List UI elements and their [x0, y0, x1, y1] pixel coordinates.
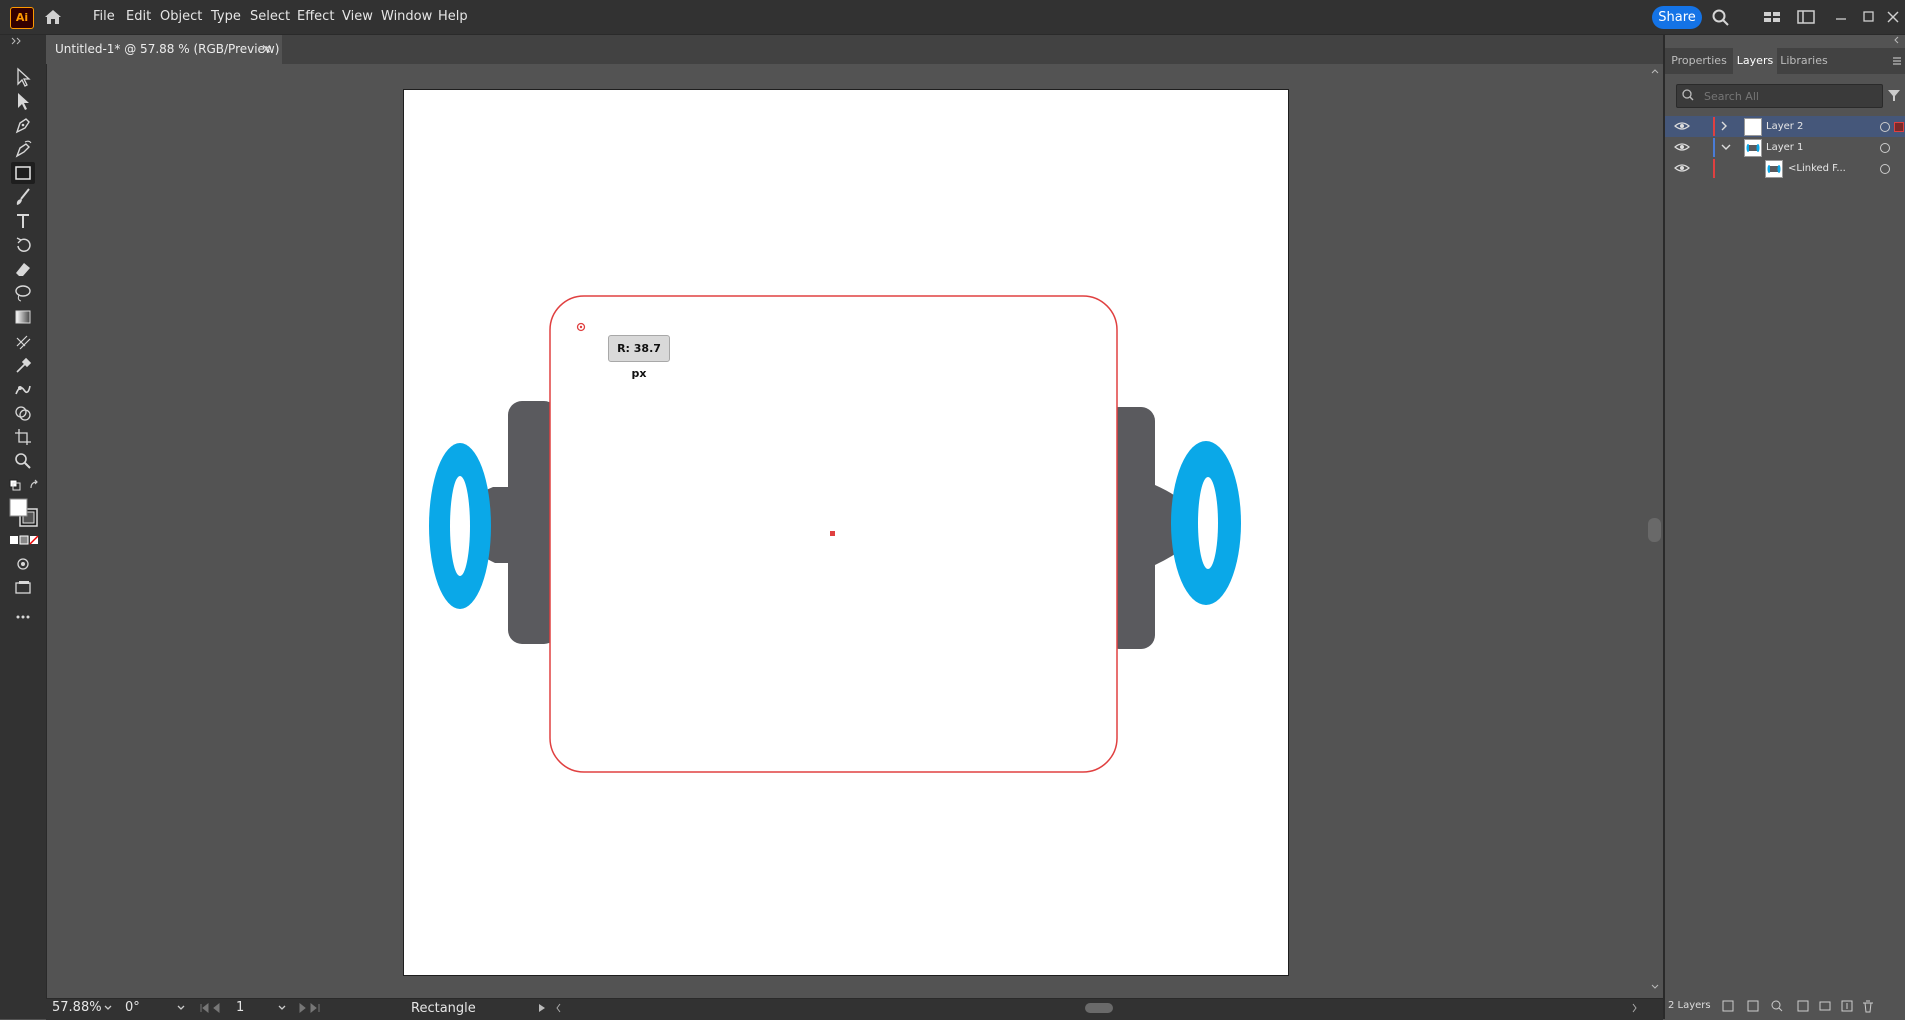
- visibility-eye-icon[interactable]: [1674, 140, 1690, 154]
- tab-properties[interactable]: Properties: [1665, 48, 1733, 74]
- chevron-right-icon[interactable]: [1718, 120, 1730, 132]
- menu-select[interactable]: Select: [250, 0, 290, 34]
- selection-indicator[interactable]: [1894, 122, 1904, 132]
- chevron-down-icon[interactable]: [1720, 141, 1732, 153]
- menu-file[interactable]: File: [93, 0, 115, 34]
- layers-footer-buttons[interactable]: [1718, 998, 1898, 1014]
- gradient-tool-icon[interactable]: [11, 306, 35, 328]
- app-logo: Ai: [10, 7, 34, 29]
- share-button[interactable]: Share: [1652, 6, 1702, 29]
- right-panel-dock: [1663, 35, 1905, 1019]
- artboard-dropdown-icon[interactable]: [276, 1002, 288, 1014]
- document-tab[interactable]: Untitled-1* @ 57.88 % (RGB/Preview) ×: [46, 35, 282, 64]
- menu-help[interactable]: Help: [438, 0, 468, 34]
- tab-layers[interactable]: Layers: [1733, 48, 1777, 74]
- current-tool-label: Rectangle: [411, 1001, 476, 1016]
- layer-target-icon[interactable]: [1880, 143, 1890, 153]
- layer-count: 2 Layers: [1668, 1000, 1711, 1011]
- horizontal-scrollbar[interactable]: [555, 1001, 1640, 1015]
- layer-name[interactable]: Layer 1: [1766, 137, 1803, 158]
- linked-file-thumbnail: [1765, 160, 1783, 178]
- layer-target-icon[interactable]: [1880, 122, 1890, 132]
- menu-type[interactable]: Type: [211, 0, 241, 34]
- menu-effect[interactable]: Effect: [297, 0, 334, 34]
- vertical-scroll-thumb[interactable]: [1648, 518, 1661, 542]
- lasso-tool-icon[interactable]: [11, 282, 35, 304]
- draw-mode-icon[interactable]: [11, 553, 35, 575]
- rotation-field[interactable]: 0°: [125, 1000, 175, 1016]
- center-point: [830, 531, 835, 536]
- search-icon: [1680, 87, 1696, 103]
- radius-tooltip: R: 38.7 px: [608, 335, 670, 380]
- close-document-icon[interactable]: ×: [261, 35, 272, 64]
- scroll-up-icon[interactable]: [1649, 66, 1661, 76]
- layers-search-input[interactable]: [1702, 86, 1876, 106]
- tab-libraries[interactable]: Libraries: [1777, 48, 1831, 74]
- direct-selection-tool-icon[interactable]: [11, 90, 35, 112]
- collapse-panel-icon[interactable]: [1888, 35, 1902, 45]
- maximize-icon[interactable]: [1860, 8, 1878, 26]
- selection-tool-icon[interactable]: [11, 66, 35, 88]
- visibility-eye-icon[interactable]: [1674, 119, 1690, 133]
- first-prev-artboard-icons[interactable]: [198, 1001, 232, 1015]
- layer-row-linked-file[interactable]: <Linked F...: [1665, 158, 1905, 179]
- collapse-toolbar-icon[interactable]: [10, 35, 24, 47]
- panel-menu-icon[interactable]: [1890, 54, 1904, 68]
- document-tab-title: Untitled-1* @ 57.88 % (RGB/Preview): [55, 42, 280, 56]
- puppet-warp-tool-icon[interactable]: [11, 378, 35, 400]
- swap-fill-stroke-icon[interactable]: [29, 479, 41, 491]
- layer-row-layer-1[interactable]: Layer 1: [1665, 137, 1905, 158]
- layer-thumbnail: [1744, 118, 1762, 136]
- document-tab-bar: [46, 35, 1663, 64]
- layer-color-bar: [1713, 159, 1715, 178]
- shape-builder-tool-icon[interactable]: [11, 402, 35, 424]
- scroll-down-icon[interactable]: [1649, 982, 1661, 992]
- menu-edit[interactable]: Edit: [126, 0, 151, 34]
- arrange-documents-icon[interactable]: [1762, 8, 1782, 26]
- close-window-icon[interactable]: [1884, 8, 1902, 26]
- artwork: [429, 295, 1241, 773]
- layer-name[interactable]: <Linked F...: [1788, 158, 1846, 179]
- artboard-number-field[interactable]: 1: [236, 1000, 276, 1016]
- eyedropper-tool-icon[interactable]: [11, 354, 35, 376]
- layer-color-bar: [1713, 138, 1715, 157]
- filter-icon[interactable]: [1886, 87, 1902, 103]
- type-tool-icon[interactable]: [11, 210, 35, 232]
- layer-name[interactable]: Layer 2: [1766, 116, 1803, 137]
- minimize-icon[interactable]: [1832, 8, 1850, 26]
- pen-tool-icon[interactable]: [11, 114, 35, 136]
- curvature-tool-icon[interactable]: [11, 138, 35, 160]
- more-tools-icon[interactable]: [11, 606, 35, 628]
- zoom-dropdown-icon[interactable]: [102, 1002, 114, 1014]
- layer-thumbnail: [1744, 139, 1762, 157]
- menu-object[interactable]: Object: [160, 0, 202, 34]
- search-icon[interactable]: [1711, 8, 1731, 26]
- zoom-tool-icon[interactable]: [11, 450, 35, 472]
- home-icon[interactable]: [42, 7, 64, 27]
- menu-window[interactable]: Window: [381, 0, 432, 34]
- screen-mode-icon[interactable]: [11, 577, 35, 599]
- paintbrush-tool-icon[interactable]: [11, 186, 35, 208]
- visibility-eye-icon[interactable]: [1674, 161, 1690, 175]
- rectangle-tool-icon[interactable]: [11, 162, 35, 184]
- fill-stroke-swatch[interactable]: [9, 498, 39, 528]
- color-mode-icons[interactable]: [9, 534, 39, 546]
- artboard-tool-icon[interactable]: [11, 426, 35, 448]
- eraser-tool-icon[interactable]: [11, 258, 35, 280]
- layer-row-layer-2[interactable]: Layer 2: [1665, 116, 1905, 137]
- mesh-tool-icon[interactable]: [11, 330, 35, 352]
- status-menu-icon[interactable]: [536, 1002, 548, 1014]
- layer-color-bar: [1713, 117, 1715, 136]
- next-last-artboard-icons[interactable]: [296, 1001, 330, 1015]
- default-fill-stroke-icon[interactable]: [9, 479, 21, 491]
- menu-view[interactable]: View: [342, 0, 373, 34]
- workspace-switcher-icon[interactable]: [1796, 8, 1816, 26]
- layer-target-icon[interactable]: [1880, 164, 1890, 174]
- rotation-dropdown-icon[interactable]: [175, 1002, 187, 1014]
- rotate-tool-icon[interactable]: [11, 234, 35, 256]
